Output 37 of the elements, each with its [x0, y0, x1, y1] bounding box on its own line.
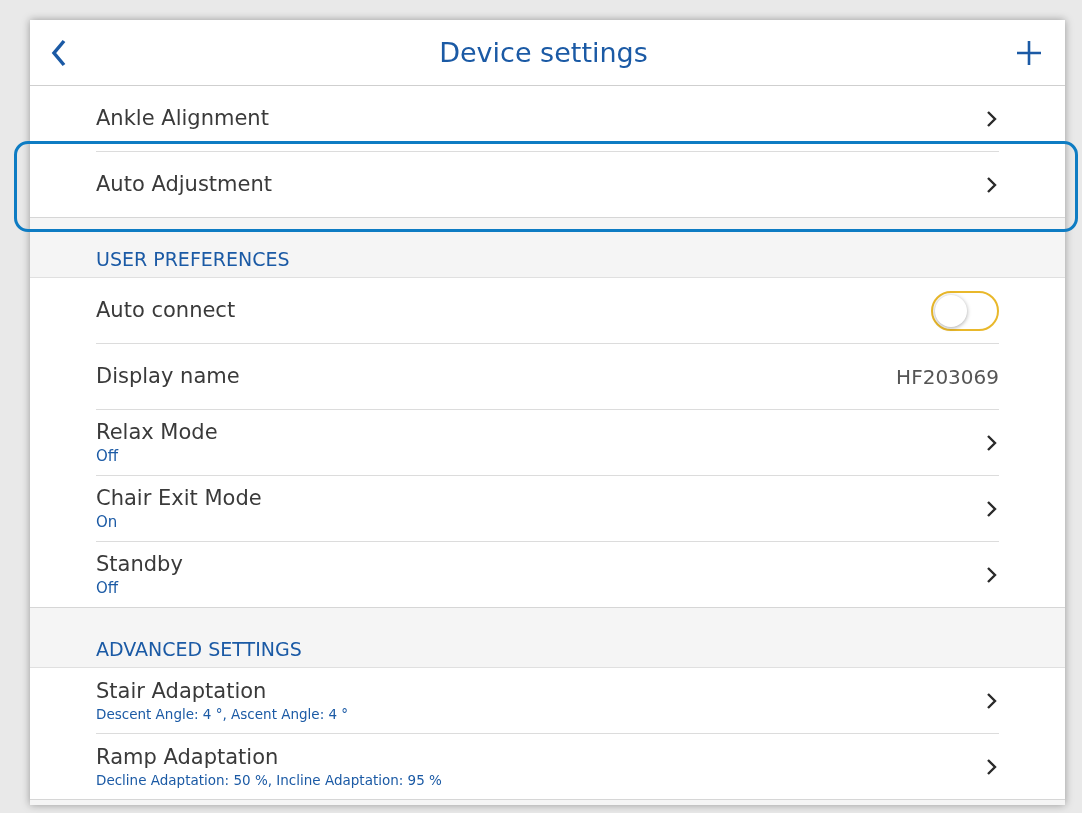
- chevron-right-icon: [985, 175, 999, 194]
- section-header: ADVANCED SETTINGS: [96, 640, 302, 659]
- row-label: Auto connect: [96, 297, 236, 324]
- back-chevron-icon: [50, 37, 68, 68]
- row-subtitle: On: [96, 513, 119, 532]
- row-label: Ankle Alignment: [96, 105, 269, 132]
- settings-row[interactable]: Stair Adaptation Descent Angle: 4 °, Ascent Angle: 4 °: [30, 668, 1065, 734]
- settings-row[interactable]: Display name HF203069: [30, 344, 1065, 410]
- row-subtitle: Off: [96, 579, 120, 598]
- settings-row[interactable]: Ramp Adaptation Decline Adaptation: 50 %, Incline Adaptation: 95 %: [30, 734, 1065, 799]
- row-label: Ramp Adaptation: [96, 744, 280, 771]
- section-header: USER PREFERENCES: [96, 250, 290, 269]
- chevron-right-icon: [985, 757, 999, 776]
- chevron-right-icon: [985, 433, 999, 452]
- window-title: Device settings: [439, 37, 648, 68]
- chevron-right-icon: [985, 499, 999, 518]
- row-label: Auto Adjustment: [96, 171, 272, 198]
- settings-row[interactable]: Relax Mode Off: [30, 410, 1065, 476]
- row-label: Chair Exit Mode: [96, 485, 262, 512]
- row-subtitle: Descent Angle: 4 °, Ascent Angle: 4 °: [96, 706, 349, 723]
- row-subtitle: Decline Adaptation: 50 %, Incline Adaptation: 95 %: [96, 772, 442, 789]
- chevron-right-icon: [985, 691, 999, 710]
- row-subtitle: Off: [96, 447, 120, 466]
- row-value: HF203069: [896, 364, 999, 389]
- row-label: Relax Mode: [96, 419, 218, 446]
- settings-row[interactable]: Chair Exit Mode On: [30, 476, 1065, 542]
- row-label: Display name: [96, 363, 240, 390]
- settings-row[interactable]: Ankle Alignment: [30, 86, 1065, 152]
- row-label: Standby: [96, 551, 183, 578]
- row-label: Stair Adaptation: [96, 678, 268, 705]
- settings-row[interactable]: Standby Off: [30, 542, 1065, 607]
- settings-row[interactable]: Auto Adjustment: [30, 152, 1065, 217]
- toggle-switch[interactable]: [931, 290, 999, 331]
- plus-icon: [1016, 39, 1042, 66]
- chevron-right-icon: [985, 109, 999, 128]
- settings-row[interactable]: Auto connect: [30, 278, 1065, 344]
- chevron-right-icon: [985, 565, 999, 584]
